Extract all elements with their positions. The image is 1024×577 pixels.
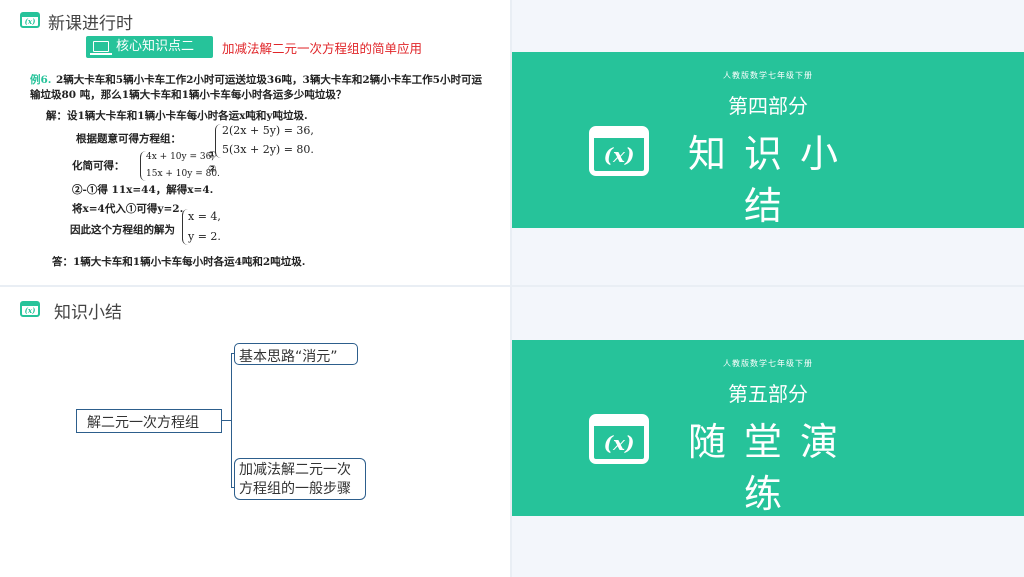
- mindmap-branch-2: 加减法解二元一次 方程组的一般步骤: [234, 458, 366, 500]
- example-label: 例6.: [30, 74, 52, 86]
- badge-label: 核心知识点二: [116, 39, 195, 54]
- slide-title: 知识小结: [54, 303, 122, 323]
- step1-equation1: 2(2x + 5y) = 36,: [222, 124, 314, 137]
- step5-label: 因此这个方程组的解为: [70, 224, 175, 236]
- formula-icon: (x): [589, 126, 649, 176]
- example-text-line2: 输垃圾80 吨，那么1辆大卡车和1辆小卡车每小时各运多少吨垃圾？: [30, 89, 347, 101]
- step2-equation1: 4x + 10y = 36,: [146, 152, 215, 162]
- part-number: 第五部分: [728, 382, 808, 406]
- formula-icon: (x): [589, 414, 649, 464]
- example-text-line1: 2辆大卡车和5辆小卡车工作2小时可运送垃圾36吨，3辆大卡车和2辆小卡车工作5小…: [56, 74, 482, 86]
- slide-new-lesson[interactable]: (x) 新课进行时 核心知识点二 加减法解二元一次方程组的简单应用 例6. 2辆…: [0, 0, 510, 285]
- knowledge-point-subtitle: 加减法解二元一次方程组的简单应用: [222, 41, 423, 56]
- section-title: 随堂演练: [687, 420, 856, 516]
- laptop-icon: [90, 41, 112, 55]
- knowledge-point-badge: 核心知识点二: [86, 36, 213, 58]
- solution-intro: 解：设1辆大卡车和1辆小卡车每小时各运x吨和y吨垃圾.: [46, 110, 308, 122]
- formula-icon: (x): [20, 301, 40, 317]
- step2-label: 化简可得：: [72, 160, 125, 172]
- slide-part-four[interactable]: 人教版数学七年级下册 第四部分 (x) 知识小结: [512, 0, 1024, 285]
- section-banner: 人教版数学七年级下册 第五部分 (x) 随堂演练: [512, 340, 1024, 516]
- step1-label: 根据题意可得方程组：: [76, 133, 181, 145]
- part-number: 第四部分: [728, 94, 808, 118]
- mindmap-branch-1: 基本思路“消元”: [234, 343, 358, 365]
- section-title: 知识小结: [687, 132, 856, 228]
- solution-equation2: y = 2.: [188, 230, 221, 243]
- slide-title: 新课进行时: [48, 14, 133, 34]
- branch2-line2: 方程组的一般步骤: [239, 481, 351, 497]
- mindmap-connector: [231, 353, 232, 488]
- formula-icon: (x): [20, 12, 40, 28]
- slide-summary[interactable]: (x) 知识小结 解二元一次方程组 基本思路“消元” 加减法解二元一次 方程组的…: [0, 287, 510, 577]
- section-banner: 人教版数学七年级下册 第四部分 (x) 知识小结: [512, 52, 1024, 228]
- slide-part-five[interactable]: 人教版数学七年级下册 第五部分 (x) 随堂演练: [512, 287, 1024, 577]
- branch2-line1: 加减法解二元一次: [239, 462, 351, 478]
- step4-text: 将x=4代入①可得y=2.: [72, 203, 184, 215]
- equation-mark-1: ①: [208, 150, 217, 161]
- answer-text: 答：1辆大卡车和1辆小卡车每小时各运4吨和2吨垃圾.: [52, 256, 306, 268]
- solution-equation1: x = 4,: [188, 210, 221, 223]
- textbook-label: 人教版数学七年级下册: [723, 71, 813, 80]
- textbook-label: 人教版数学七年级下册: [723, 359, 813, 368]
- mindmap-root: 解二元一次方程组: [76, 409, 222, 433]
- step1-equation2: 5(3x + 2y) = 80.: [222, 143, 314, 156]
- step3-text: ②-①得 11x=44，解得x=4.: [72, 184, 214, 196]
- equation-mark-2: ②: [208, 164, 217, 175]
